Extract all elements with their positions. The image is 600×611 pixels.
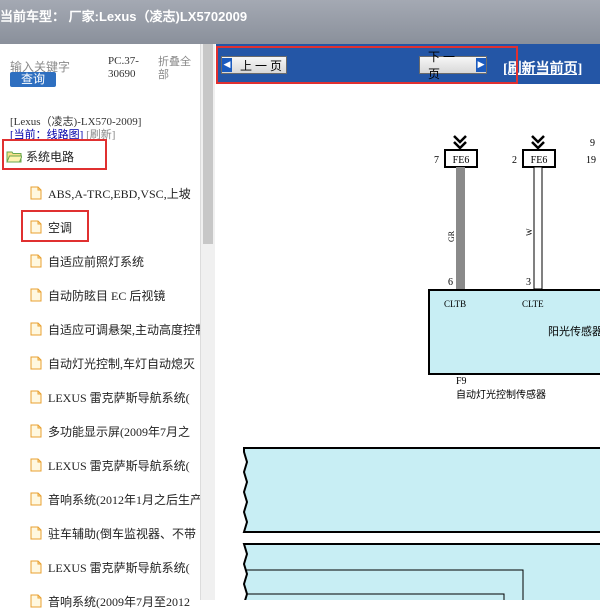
file-icon	[30, 458, 42, 472]
tree-item[interactable]: LEXUS 雷克萨斯导航系统(	[30, 455, 200, 475]
extra-pin-2: 19	[586, 155, 596, 166]
connector-right-pin: 2	[512, 155, 517, 166]
terminal-right: CLTE	[522, 299, 544, 309]
tree-item-label: 自适应可调悬架,主动高度控制	[48, 322, 200, 337]
wiring-diagram: FE6 7 FE6 2 9 19 GR W 6 3 CLTB CLTE 阳光传感…	[242, 135, 600, 600]
file-icon	[30, 594, 42, 608]
tree-item[interactable]: 音响系统(2012年1月之后生产	[30, 489, 200, 509]
wire-left-color: GR	[447, 230, 456, 242]
file-icon	[30, 186, 42, 200]
file-icon	[30, 560, 42, 574]
file-icon	[30, 424, 42, 438]
file-icon	[30, 288, 42, 302]
wire-right-color: W	[525, 228, 534, 236]
title-bar: 当前车型： 厂家:Lexus（凌志)LX5702009	[0, 0, 600, 44]
connector-left: FE6 7	[434, 135, 478, 168]
window-title: 当前车型： 厂家:Lexus（凌志)LX5702009	[0, 9, 248, 24]
tree-item[interactable]: 自适应前照灯系统	[30, 251, 200, 271]
highlight-box-nav	[216, 46, 518, 84]
component-name: 自动灯光控制传感器	[456, 388, 546, 401]
extra-pin-1: 9	[590, 138, 595, 149]
component-code: F9	[456, 376, 467, 387]
tree-item[interactable]: 自动灯光控制,车灯自动熄灭	[30, 353, 200, 373]
tree-item[interactable]: LEXUS 雷克萨斯导航系统(	[30, 557, 200, 577]
tree-item[interactable]: 多功能显示屏(2009年7月之	[30, 421, 200, 441]
left-pane: 输入关键字 查询 PC.37-30690 折叠全部 [Lexus（凌志)-LX5…	[0, 44, 215, 609]
pin-right: 3	[526, 277, 531, 288]
wire-right	[533, 166, 543, 290]
car-model: [Lexus（凌志)-LX570-2009]	[10, 116, 142, 128]
wire-left	[456, 167, 465, 289]
tree-item[interactable]: 自动防眩目 EC 后视镜	[30, 285, 200, 305]
tree-item[interactable]: 自适应可调悬架,主动高度控制	[30, 319, 200, 339]
file-icon	[30, 254, 42, 268]
pc-code: PC.37-30690	[108, 55, 139, 80]
scrollbar-thumb[interactable]	[203, 44, 213, 244]
tree-item-label: 多功能显示屏(2009年7月之	[48, 424, 190, 439]
search-button[interactable]: 查询	[10, 72, 56, 87]
fold-all-button[interactable]: 折叠全部	[158, 55, 198, 81]
tree-item-label: LEXUS 雷克萨斯导航系统(	[48, 458, 190, 473]
tree-item[interactable]: LEXUS 雷克萨斯导航系统(	[30, 387, 200, 407]
connector-right-name: FE6	[531, 155, 548, 166]
file-icon	[30, 526, 42, 540]
connector-right: FE6 2	[512, 135, 556, 168]
tree-item-label: LEXUS 雷克萨斯导航系统(	[48, 390, 190, 405]
tree-item-label: 音响系统(2009年7月至2012	[48, 594, 190, 609]
file-icon	[30, 322, 42, 336]
pin-left: 6	[448, 277, 453, 288]
tree-item[interactable]: 音响系统(2009年7月至2012	[30, 591, 200, 611]
tree-item-label: 自适应前照灯系统	[48, 254, 145, 269]
highlight-box-air-conditioning	[21, 210, 89, 242]
file-icon	[30, 356, 42, 370]
tree-item[interactable]: ABS,A-TRC,EBD,VSC,上坡	[30, 183, 200, 203]
connector-left-pin: 7	[434, 155, 439, 166]
tree-item-label: 自动灯光控制,车灯自动熄灭	[48, 356, 196, 371]
tree-item-label: 驻车辅助(倒车监视器、不带	[48, 526, 196, 541]
lower-block-1	[242, 447, 600, 533]
sensor-label: 阳光传感器	[548, 324, 600, 338]
tree-item-label: 音响系统(2012年1月之后生产	[48, 492, 200, 507]
tree-item-label: 自动防眩目 EC 后视镜	[48, 288, 166, 303]
file-icon	[30, 390, 42, 404]
connector-left-name: FE6	[453, 155, 470, 166]
tree-item[interactable]: 驻车辅助(倒车监视器、不带	[30, 523, 200, 543]
lower-block-2	[242, 543, 600, 600]
tree-item-label: ABS,A-TRC,EBD,VSC,上坡	[48, 186, 191, 201]
tree-scrollbar[interactable]	[200, 44, 215, 600]
highlight-box-system-circuits	[2, 139, 107, 170]
diagram-pane: ◀ 上一页 下一页 ▶ [刷新当前页] FE6 7 FE6 2 9 19 GR …	[216, 44, 600, 600]
tree-item-label: LEXUS 雷克萨斯导航系统(	[48, 560, 190, 575]
terminal-left: CLTB	[444, 299, 466, 309]
file-icon	[30, 492, 42, 506]
